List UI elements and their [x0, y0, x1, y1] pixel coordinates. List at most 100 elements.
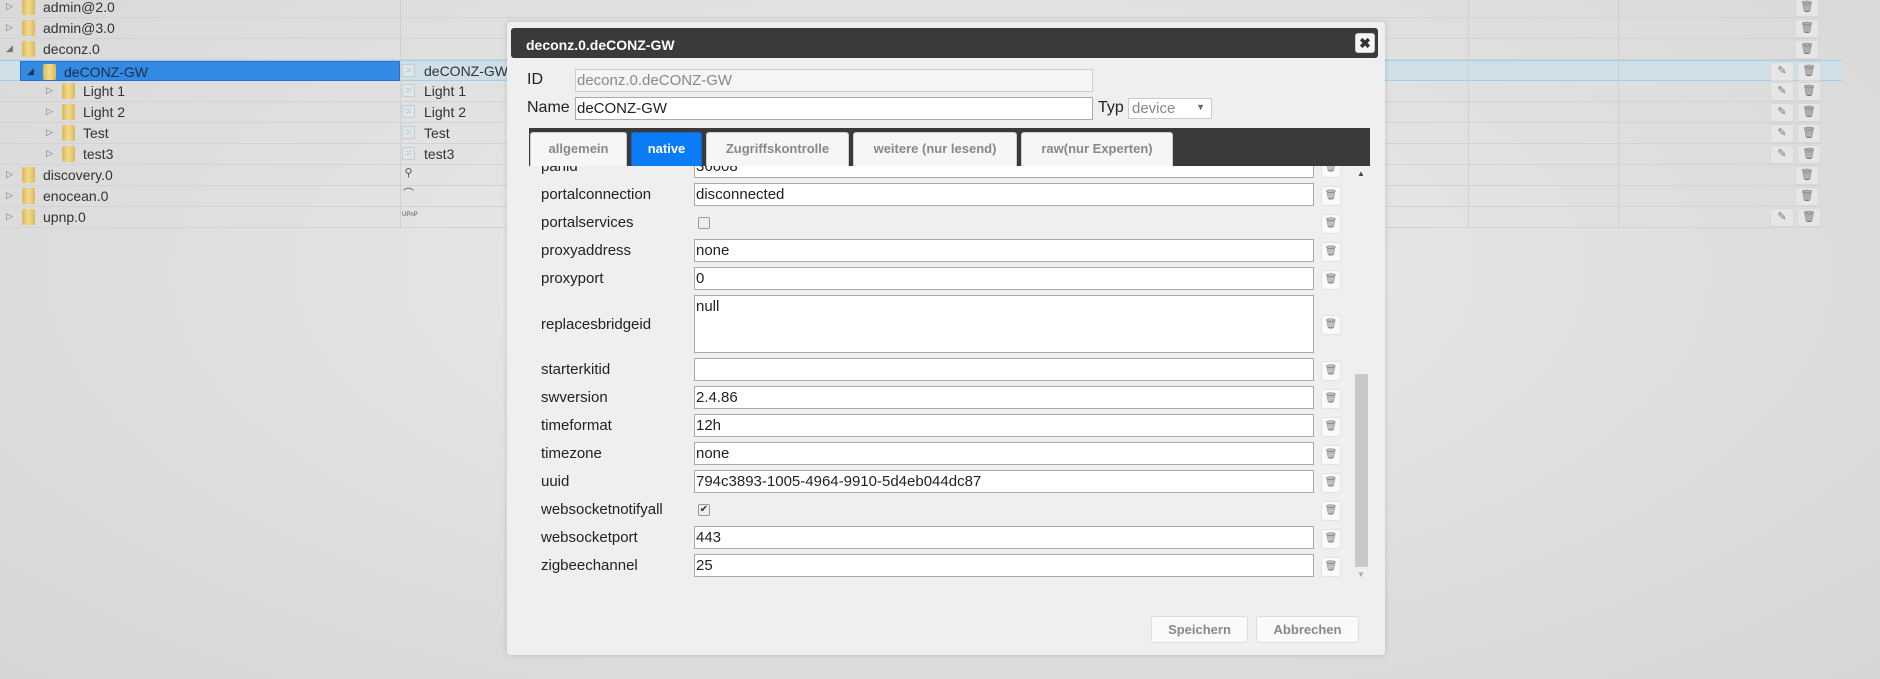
panid-field[interactable]: 36608: [694, 166, 1314, 178]
edit-button[interactable]: ✎: [1770, 62, 1794, 81]
tab-zugriffskontrolle[interactable]: Zugriffskontrolle: [706, 132, 849, 166]
portalconnection-field[interactable]: disconnected: [694, 183, 1314, 206]
delete-button[interactable]: 🗑: [1797, 103, 1821, 122]
starterkitid-field[interactable]: [694, 358, 1314, 381]
timezone-field[interactable]: none: [694, 442, 1314, 465]
portalservices-checkbox[interactable]: [698, 217, 710, 229]
tab-allgemein[interactable]: allgemein: [530, 132, 627, 166]
name-field[interactable]: deCONZ-GW: [575, 97, 1093, 120]
delete-button[interactable]: 🗑: [1795, 19, 1819, 38]
collapsed-arrow-icon[interactable]: ▷: [46, 127, 53, 138]
trash-icon: 🗑: [1324, 189, 1338, 201]
selected-cell[interactable]: ◢ deCONZ-GW: [20, 61, 400, 81]
tab-bar: allgemein native Zugriffskontrolle weitere …: [529, 128, 1370, 166]
delete-button[interactable]: 🗑: [1797, 145, 1821, 164]
delete-field-button[interactable]: 🗑: [1321, 388, 1341, 409]
delete-field-button[interactable]: 🗑: [1321, 241, 1341, 262]
swversion-field[interactable]: 2.4.86: [694, 386, 1314, 409]
cancel-button[interactable]: Abbrechen: [1256, 616, 1359, 643]
folder-icon: [22, 167, 35, 183]
tree-row[interactable]: ▷ admin@2.0 🗑: [0, 0, 1822, 18]
scroll-up-icon[interactable]: ▲: [1357, 169, 1365, 178]
folder-icon: [22, 209, 35, 225]
collapsed-arrow-icon[interactable]: ▷: [6, 211, 13, 222]
delete-field-button[interactable]: 🗑: [1321, 444, 1341, 465]
delete-button[interactable]: 🗑: [1797, 62, 1821, 81]
trash-icon: 🗑: [1800, 190, 1814, 202]
folder-icon: [22, 41, 35, 57]
delete-field-button[interactable]: 🗑: [1321, 185, 1341, 206]
replacesbridgeid-field[interactable]: null: [694, 295, 1314, 353]
folder-icon: [62, 125, 75, 141]
edit-button[interactable]: ✎: [1770, 82, 1794, 101]
delete-button[interactable]: 🗑: [1797, 124, 1821, 143]
uuid-field[interactable]: 794c3893-1005-4964-9910-5d4eb044dc87: [694, 470, 1314, 493]
tab-native[interactable]: native: [631, 132, 702, 166]
tree-row-name: Light 2: [83, 104, 126, 120]
tree-row-common-name: Light 1: [424, 83, 467, 99]
tree-row-name: enocean.0: [43, 188, 109, 204]
delete-field-button[interactable]: 🗑: [1321, 213, 1341, 234]
delete-field-button[interactable]: 🗑: [1321, 360, 1341, 381]
zigbeechannel-field[interactable]: 25: [694, 554, 1314, 577]
type-select[interactable]: device ▼: [1128, 98, 1212, 119]
edit-button[interactable]: ✎: [1770, 124, 1794, 143]
delete-field-button[interactable]: 🗑: [1321, 472, 1341, 493]
native-fields-list[interactable]: panid 36608 🗑 portalconnection disconnected 🗑…: [529, 166, 1370, 582]
edit-button[interactable]: ✎: [1770, 208, 1794, 227]
tree-row-common-name: Test: [424, 125, 450, 141]
scrollbar-thumb[interactable]: [1355, 374, 1368, 567]
delete-button[interactable]: 🗑: [1795, 166, 1819, 185]
delete-button[interactable]: 🗑: [1797, 82, 1821, 101]
delete-button[interactable]: 🗑: [1795, 187, 1819, 206]
collapsed-arrow-icon[interactable]: ▷: [46, 85, 53, 96]
tree-row-name: deconz.0: [43, 41, 100, 57]
websocketnotifyall-checkbox[interactable]: ✔: [698, 504, 710, 516]
folder-icon: [62, 146, 75, 162]
proxyport-field[interactable]: 0: [694, 267, 1314, 290]
close-button[interactable]: ✖: [1355, 33, 1375, 53]
tree-row-name: Test: [83, 125, 109, 141]
collapsed-arrow-icon[interactable]: ▷: [6, 190, 13, 201]
field-label: websocketnotifyall: [541, 501, 663, 518]
edit-button[interactable]: ✎: [1770, 145, 1794, 164]
column-divider: [400, 0, 401, 229]
type-value: device: [1132, 100, 1176, 117]
collapsed-arrow-icon[interactable]: ▷: [6, 22, 13, 33]
collapsed-arrow-icon[interactable]: ▷: [6, 1, 13, 12]
delete-field-button[interactable]: 🗑: [1321, 166, 1341, 178]
trash-icon: 🗑: [1324, 273, 1338, 285]
tree-row-name: Light 1: [83, 83, 126, 99]
delete-button[interactable]: 🗑: [1797, 208, 1821, 227]
save-button[interactable]: Speichern: [1151, 616, 1248, 643]
trash-icon: 🗑: [1324, 476, 1338, 488]
expanded-arrow-icon[interactable]: ◢: [6, 43, 13, 54]
tab-weitere[interactable]: weitere (nur lesend): [853, 132, 1017, 166]
delete-button[interactable]: 🗑: [1795, 40, 1819, 59]
tab-raw[interactable]: raw(nur Experten): [1021, 132, 1173, 166]
collapsed-arrow-icon[interactable]: ▷: [46, 148, 53, 159]
delete-button[interactable]: 🗑: [1795, 0, 1819, 17]
field-label: portalservices: [541, 214, 634, 231]
delete-field-button[interactable]: 🗑: [1321, 269, 1341, 290]
tree-row-name: deCONZ-GW: [64, 64, 148, 80]
proxyaddress-field[interactable]: none: [694, 239, 1314, 262]
expanded-arrow-icon[interactable]: ◢: [27, 66, 34, 77]
id-field[interactable]: deconz.0.deCONZ-GW: [575, 69, 1093, 92]
delete-field-button[interactable]: 🗑: [1321, 528, 1341, 549]
scroll-down-icon[interactable]: ▼: [1357, 570, 1365, 579]
delete-field-button[interactable]: 🗑: [1321, 556, 1341, 577]
column-divider: [1468, 0, 1469, 229]
edit-button[interactable]: ✎: [1770, 103, 1794, 122]
delete-field-button[interactable]: 🗑: [1321, 416, 1341, 437]
trash-icon: 🗑: [1324, 448, 1338, 460]
trash-icon: 🗑: [1324, 364, 1338, 376]
pencil-icon: ✎: [1777, 127, 1787, 139]
websocketport-field[interactable]: 443: [694, 526, 1314, 549]
collapsed-arrow-icon[interactable]: ▷: [46, 106, 53, 117]
delete-field-button[interactable]: 🗑: [1321, 500, 1341, 521]
close-icon: ✖: [1359, 35, 1371, 51]
timeformat-field[interactable]: 12h: [694, 414, 1314, 437]
delete-field-button[interactable]: 🗑: [1321, 315, 1341, 335]
collapsed-arrow-icon[interactable]: ▷: [6, 169, 13, 180]
